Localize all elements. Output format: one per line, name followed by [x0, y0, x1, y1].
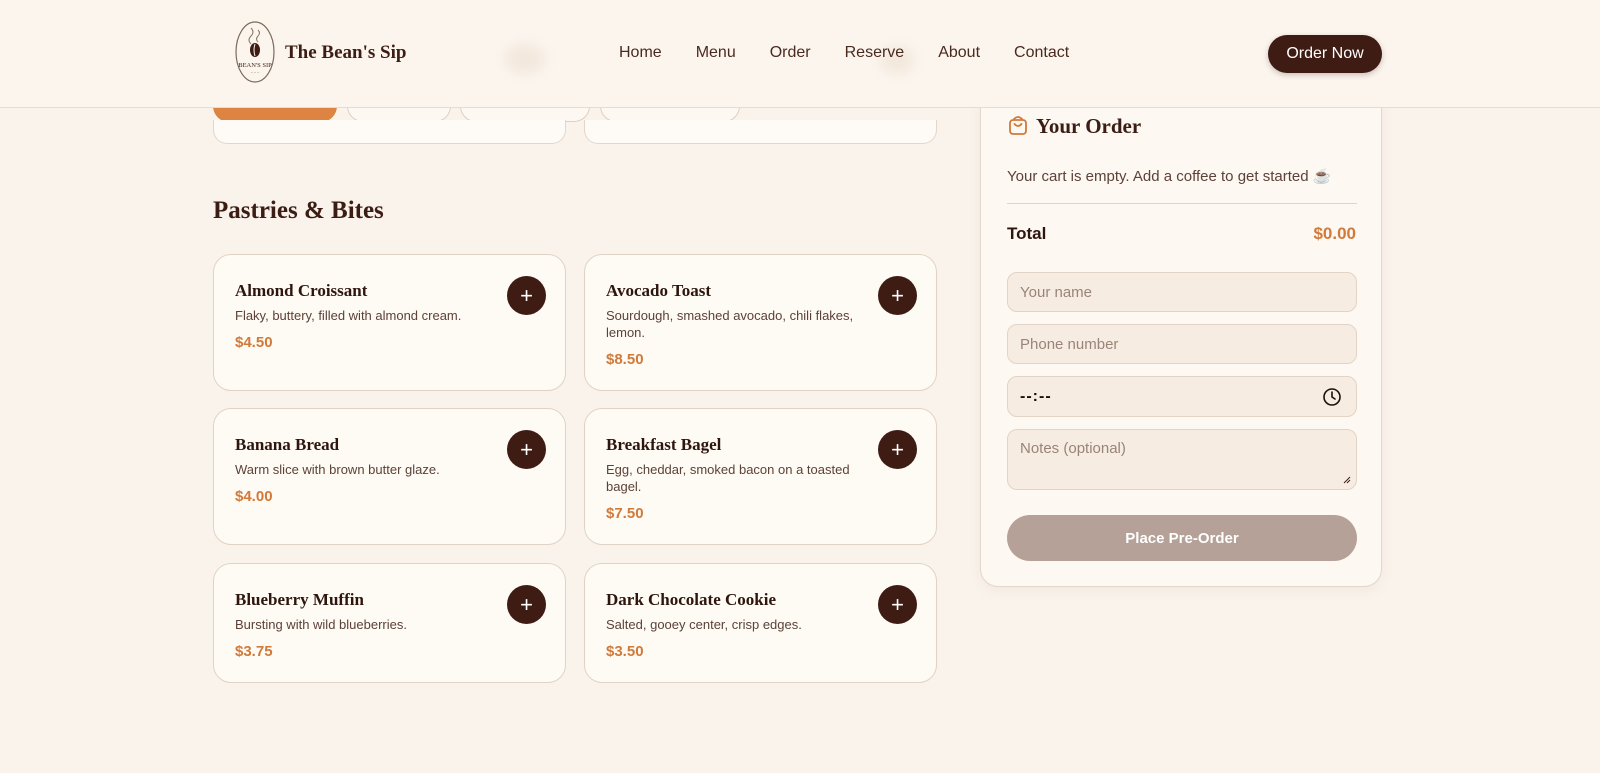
item-description: Salted, gooey center, crisp edges.: [606, 617, 802, 632]
menu-card-partial: [213, 120, 566, 144]
resize-handle-icon[interactable]: [1343, 476, 1351, 484]
name-input[interactable]: [1007, 272, 1357, 312]
nav-menu[interactable]: Menu: [696, 44, 736, 62]
nav-home[interactable]: Home: [619, 44, 662, 62]
nav-order[interactable]: Order: [770, 44, 811, 62]
add-to-cart-button[interactable]: +: [507, 430, 546, 469]
svg-text:BEAN'S SIP: BEAN'S SIP: [238, 62, 272, 69]
item-name: Dark Chocolate Cookie: [606, 590, 776, 609]
item-price: $4.00: [235, 488, 273, 505]
menu-card-partial: [584, 120, 937, 144]
item-price: $7.50: [606, 505, 644, 522]
total-value: $0.00: [1313, 224, 1356, 243]
shopping-bag-icon: [1009, 116, 1027, 135]
main-nav: Home Menu Order Reserve About Contact: [619, 44, 1103, 62]
item-name: Breakfast Bagel: [606, 435, 722, 454]
svg-text:~ ~ ~: ~ ~ ~: [251, 70, 260, 75]
notes-wrapper: [981, 429, 1383, 490]
divider: [1007, 203, 1357, 204]
item-description: Flaky, buttery, filled with almond cream…: [235, 308, 462, 323]
place-preorder-button[interactable]: Place Pre-Order: [1007, 515, 1357, 561]
menu-card: Banana Bread Warm slice with brown butte…: [213, 408, 566, 545]
coffee-bean-logo[interactable]: BEAN'S SIP ~ ~ ~: [234, 20, 276, 84]
add-to-cart-button[interactable]: +: [878, 276, 917, 315]
pickup-time-input[interactable]: --:--: [1007, 376, 1357, 417]
item-price: $3.75: [235, 643, 273, 660]
item-description: Egg, cheddar, smoked bacon on a toasted …: [606, 462, 850, 494]
nav-about[interactable]: About: [938, 44, 980, 62]
item-price: $3.50: [606, 643, 644, 660]
menu-card: Breakfast Bagel Egg, cheddar, smoked bac…: [584, 408, 937, 545]
total-label: Total: [1007, 224, 1047, 243]
decorative-blur: [505, 44, 545, 74]
menu-card: Almond Croissant Flaky, buttery, filled …: [213, 254, 566, 391]
item-price: $8.50: [606, 351, 644, 368]
section-title: Pastries & Bites: [213, 197, 384, 224]
menu-card: Avocado Toast Sourdough, smashed avocado…: [584, 254, 937, 391]
item-description: Warm slice with brown butter glaze.: [235, 462, 440, 477]
cart-empty-message: Your cart is empty. Add a coffee to get …: [1007, 168, 1332, 185]
order-title: Your Order: [1036, 114, 1142, 138]
item-name: Banana Bread: [235, 435, 340, 454]
item-price: $4.50: [235, 334, 273, 351]
phone-input[interactable]: [1007, 324, 1357, 364]
nav-contact[interactable]: Contact: [1014, 44, 1069, 62]
add-to-cart-button[interactable]: +: [507, 585, 546, 624]
item-description: Sourdough, smashed avocado, chili flakes…: [606, 308, 854, 340]
order-now-button[interactable]: Order Now: [1268, 35, 1382, 73]
order-panel: Your Order Your cart is empty. Add a cof…: [980, 80, 1382, 587]
item-name: Avocado Toast: [606, 281, 712, 300]
menu-card: Blueberry Muffin Bursting with wild blue…: [213, 563, 566, 683]
add-to-cart-button[interactable]: +: [507, 276, 546, 315]
notes-textarea[interactable]: [1007, 429, 1357, 490]
add-to-cart-button[interactable]: +: [878, 585, 917, 624]
menu-card: Dark Chocolate Cookie Salted, gooey cent…: [584, 563, 937, 683]
time-value: --:--: [1020, 387, 1052, 405]
clock-icon[interactable]: [1322, 387, 1342, 407]
item-name: Almond Croissant: [235, 281, 368, 300]
item-name: Blueberry Muffin: [235, 590, 364, 609]
nav-reserve[interactable]: Reserve: [845, 44, 905, 62]
add-to-cart-button[interactable]: +: [878, 430, 917, 469]
item-description: Bursting with wild blueberries.: [235, 617, 407, 632]
site-header: BEAN'S SIP ~ ~ ~ The Bean's Sip Home Men…: [0, 0, 1600, 108]
brand-name[interactable]: The Bean's Sip: [285, 42, 406, 64]
